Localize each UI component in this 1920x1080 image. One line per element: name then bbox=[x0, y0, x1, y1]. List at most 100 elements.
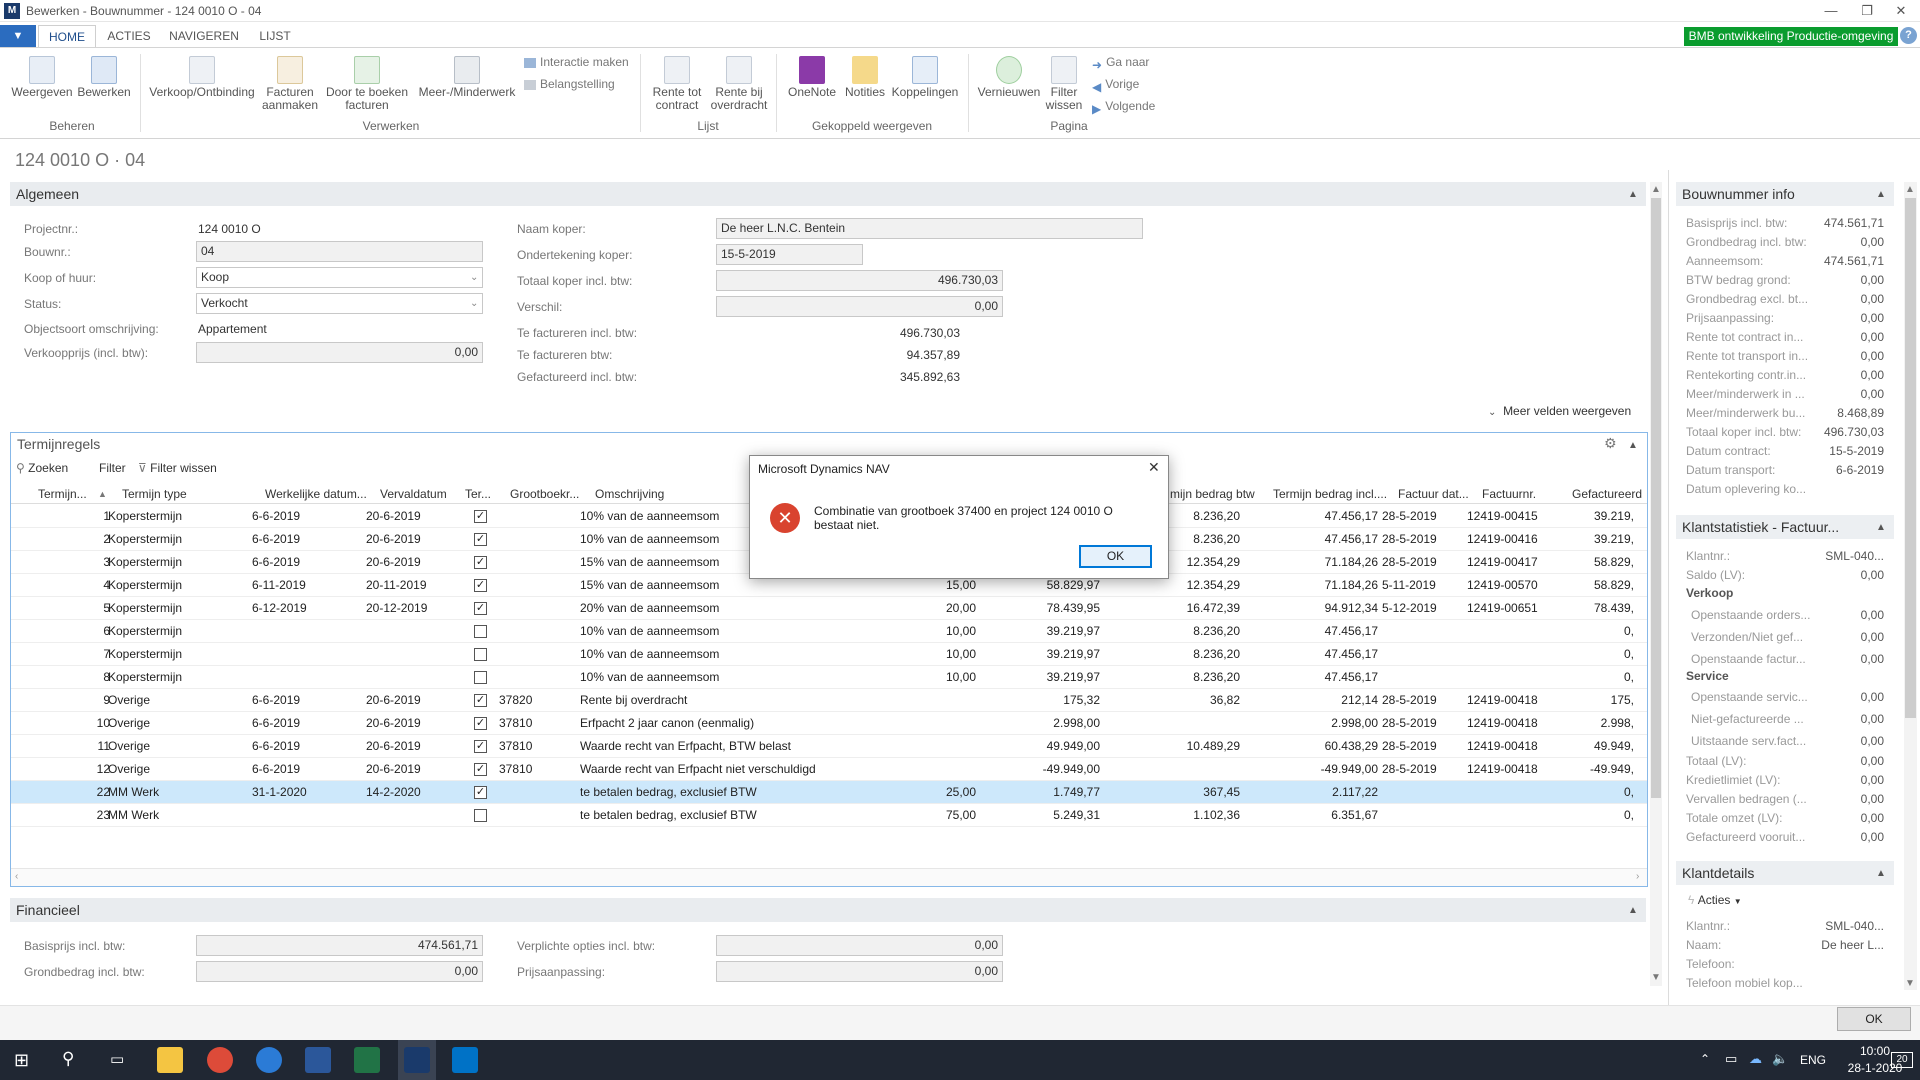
termijn-checkbox[interactable] bbox=[474, 648, 487, 661]
table-row[interactable]: 12 Overige 6-6-2019 20-6-2019 37810 Waarde re… bbox=[11, 758, 1647, 781]
scroll-up-icon[interactable]: ▲ bbox=[1651, 184, 1661, 195]
search-icon[interactable]: ⚲ bbox=[62, 1049, 74, 1069]
collapse-bouwnummer-info-icon[interactable]: ▲ bbox=[1876, 189, 1886, 200]
notities-button[interactable]: Notities bbox=[842, 56, 888, 99]
page-ok-button[interactable]: OK bbox=[1837, 1007, 1911, 1031]
chevron-down-icon[interactable]: ⌄ bbox=[470, 298, 478, 309]
file-explorer-icon[interactable] bbox=[157, 1047, 183, 1073]
verkoop-ontbinding-button[interactable]: Verkoop/Ontbinding bbox=[146, 56, 258, 99]
dialog-close-icon[interactable]: ✕ bbox=[1148, 459, 1160, 476]
factbox-value[interactable]: 0,00 bbox=[1800, 349, 1884, 363]
col-ter[interactable]: Ter... bbox=[465, 487, 491, 501]
language-indicator[interactable]: ENG bbox=[1800, 1053, 1826, 1067]
bouwnummer-info-header[interactable]: Bouwnummer info bbox=[1676, 182, 1894, 206]
scroll-up-icon[interactable]: ▲ bbox=[1905, 184, 1915, 195]
rente-tot-contract-button[interactable]: Rente tot contract bbox=[646, 56, 708, 112]
facturen-aanmaken-button[interactable]: Facturen aanmaken bbox=[260, 56, 320, 112]
termijn-checkbox[interactable] bbox=[474, 671, 487, 684]
col-bedrag-incl[interactable]: Termijn bedrag incl.... bbox=[1273, 487, 1387, 501]
col-vervaldatum[interactable]: Vervaldatum bbox=[380, 487, 447, 501]
factbox-value[interactable]: 0,00 bbox=[1800, 754, 1884, 768]
status-select[interactable]: Verkocht bbox=[196, 293, 483, 314]
totaal-koper-field[interactable]: 496.730,03 bbox=[716, 270, 1003, 291]
koop-select[interactable]: Koop bbox=[196, 267, 483, 288]
tray-chevron-up-icon[interactable]: ⌃ bbox=[1700, 1052, 1710, 1066]
factbox-value[interactable]: 0,00 bbox=[1800, 630, 1884, 644]
col-werkelijke-datum[interactable]: Werkelijke datum... bbox=[265, 487, 367, 501]
bewerken-button[interactable]: Bewerken bbox=[74, 56, 134, 99]
factbox-scrollbar-thumb[interactable] bbox=[1905, 198, 1916, 718]
termijn-checkbox[interactable]: ✓ bbox=[474, 786, 487, 799]
meer-velden-link[interactable]: ⌄ Meer velden weergeven bbox=[1488, 404, 1631, 418]
klantdetails-header[interactable]: Klantdetails bbox=[1676, 861, 1894, 885]
table-row[interactable]: 9 Overige 6-6-2019 20-6-2019 37820 Rente bij … bbox=[11, 689, 1647, 712]
ga-naar-button[interactable]: ➜ Ga naar bbox=[1092, 55, 1149, 72]
table-row[interactable]: 10 Overige 6-6-2019 20-6-2019 37810 Erfpacht … bbox=[11, 712, 1647, 735]
col-factuurnr[interactable]: Factuurnr. bbox=[1482, 487, 1536, 501]
factbox-value[interactable]: 0,00 bbox=[1800, 712, 1884, 726]
notification-center-icon[interactable]: 20 bbox=[1891, 1052, 1913, 1068]
klantstatistiek-header[interactable]: Klantstatistiek - Factuur... bbox=[1676, 515, 1894, 539]
main-scrollbar-thumb[interactable] bbox=[1651, 198, 1661, 798]
grondbedrag-field[interactable]: 0,00 bbox=[196, 961, 483, 982]
tab-home[interactable]: HOME bbox=[38, 25, 96, 47]
factbox-value[interactable]: SML-040... bbox=[1800, 919, 1884, 933]
task-view-icon[interactable]: ▭ bbox=[110, 1050, 124, 1068]
termijn-checkbox[interactable]: ✓ bbox=[474, 579, 487, 592]
zoeken-button[interactable]: ⚲ Zoeken bbox=[16, 461, 68, 475]
help-icon[interactable]: ? bbox=[1900, 27, 1917, 44]
factbox-value[interactable]: 0,00 bbox=[1800, 368, 1884, 382]
dynamics-nav-icon[interactable] bbox=[404, 1047, 430, 1073]
termijn-checkbox[interactable]: ✓ bbox=[474, 602, 487, 615]
basisprijs-field[interactable]: 474.561,71 bbox=[196, 935, 483, 956]
factbox-value[interactable]: De heer L... bbox=[1800, 938, 1884, 952]
factbox-value[interactable]: 0,00 bbox=[1800, 273, 1884, 287]
factbox-value[interactable]: 0,00 bbox=[1800, 811, 1884, 825]
collapse-klantstatistiek-icon[interactable]: ▲ bbox=[1876, 522, 1886, 533]
internet-explorer-icon[interactable] bbox=[256, 1047, 282, 1073]
belangstelling-button[interactable]: Belangstelling bbox=[524, 77, 615, 91]
minimize-icon[interactable]: — bbox=[1816, 2, 1846, 20]
word-icon[interactable] bbox=[305, 1047, 331, 1073]
factbox-value[interactable]: 0,00 bbox=[1800, 792, 1884, 806]
dialog-ok-button[interactable]: OK bbox=[1079, 545, 1152, 568]
tab-acties[interactable]: ACTIES bbox=[104, 25, 154, 47]
factbox-value[interactable]: 0,00 bbox=[1800, 568, 1884, 582]
termijn-checkbox[interactable]: ✓ bbox=[474, 717, 487, 730]
table-row[interactable]: 8 Koperstermijn 10% van de aanneemsom 10,00… bbox=[11, 666, 1647, 689]
col-omschrijving[interactable]: Omschrijving bbox=[595, 487, 664, 501]
table-row[interactable]: 22 MM Werk 31-1-2020 14-2-2020 te betalen be… bbox=[11, 781, 1647, 804]
close-window-icon[interactable]: ✕ bbox=[1886, 2, 1916, 20]
factbox-value[interactable]: 6-6-2019 bbox=[1800, 463, 1884, 477]
factbox-value[interactable]: 0,00 bbox=[1800, 652, 1884, 666]
factbox-value[interactable]: 8.468,89 bbox=[1800, 406, 1884, 420]
termijn-checkbox[interactable]: ✓ bbox=[474, 510, 487, 523]
col-bedrag-btw[interactable]: mijn bedrag btw bbox=[1170, 487, 1255, 501]
termijn-checkbox[interactable]: ✓ bbox=[474, 763, 487, 776]
prijsaanpassing-field[interactable]: 0,00 bbox=[716, 961, 1003, 982]
restore-icon[interactable]: ❐ bbox=[1852, 2, 1882, 20]
volgende-button[interactable]: ▶ Volgende bbox=[1092, 99, 1155, 116]
rente-bij-overdracht-button[interactable]: Rente bij overdracht bbox=[708, 56, 770, 112]
outlook-icon[interactable] bbox=[452, 1047, 478, 1073]
collapse-algemeen-icon[interactable]: ▲ bbox=[1628, 189, 1638, 200]
factbox-value[interactable]: 15-5-2019 bbox=[1800, 444, 1884, 458]
collapse-financieel-icon[interactable]: ▲ bbox=[1628, 905, 1638, 916]
naam-koper-field[interactable]: De heer L.N.C. Bentein bbox=[716, 218, 1143, 239]
excel-icon[interactable] bbox=[354, 1047, 380, 1073]
collapse-klantdetails-icon[interactable]: ▲ bbox=[1876, 868, 1886, 879]
network-icon[interactable]: ▭ bbox=[1725, 1051, 1737, 1067]
windows-start-icon[interactable]: ⊞ bbox=[14, 1050, 34, 1070]
table-row[interactable]: 5 Koperstermijn 6-12-2019 20-12-2019 20% van… bbox=[11, 597, 1647, 620]
door-te-boeken-facturen-button[interactable]: Door te boeken facturen bbox=[322, 56, 412, 112]
vernieuwen-button[interactable]: Vernieuwen bbox=[974, 56, 1044, 99]
termijn-checkbox[interactable]: ✓ bbox=[474, 556, 487, 569]
meer-minderwerk-button[interactable]: Meer-/Minderwerk bbox=[414, 56, 520, 99]
col-termijn-nr[interactable]: Termijn... bbox=[38, 487, 87, 501]
verkoopprijs-field[interactable]: 0,00 bbox=[196, 342, 483, 363]
factbox-value[interactable]: 0,00 bbox=[1800, 773, 1884, 787]
table-row[interactable]: 7 Koperstermijn 10% van de aanneemsom 10,00… bbox=[11, 643, 1647, 666]
table-row[interactable]: 6 Koperstermijn 10% van de aanneemsom 10,00… bbox=[11, 620, 1647, 643]
vorige-button[interactable]: ◀ Vorige bbox=[1092, 77, 1139, 94]
verplichte-opties-field[interactable]: 0,00 bbox=[716, 935, 1003, 956]
